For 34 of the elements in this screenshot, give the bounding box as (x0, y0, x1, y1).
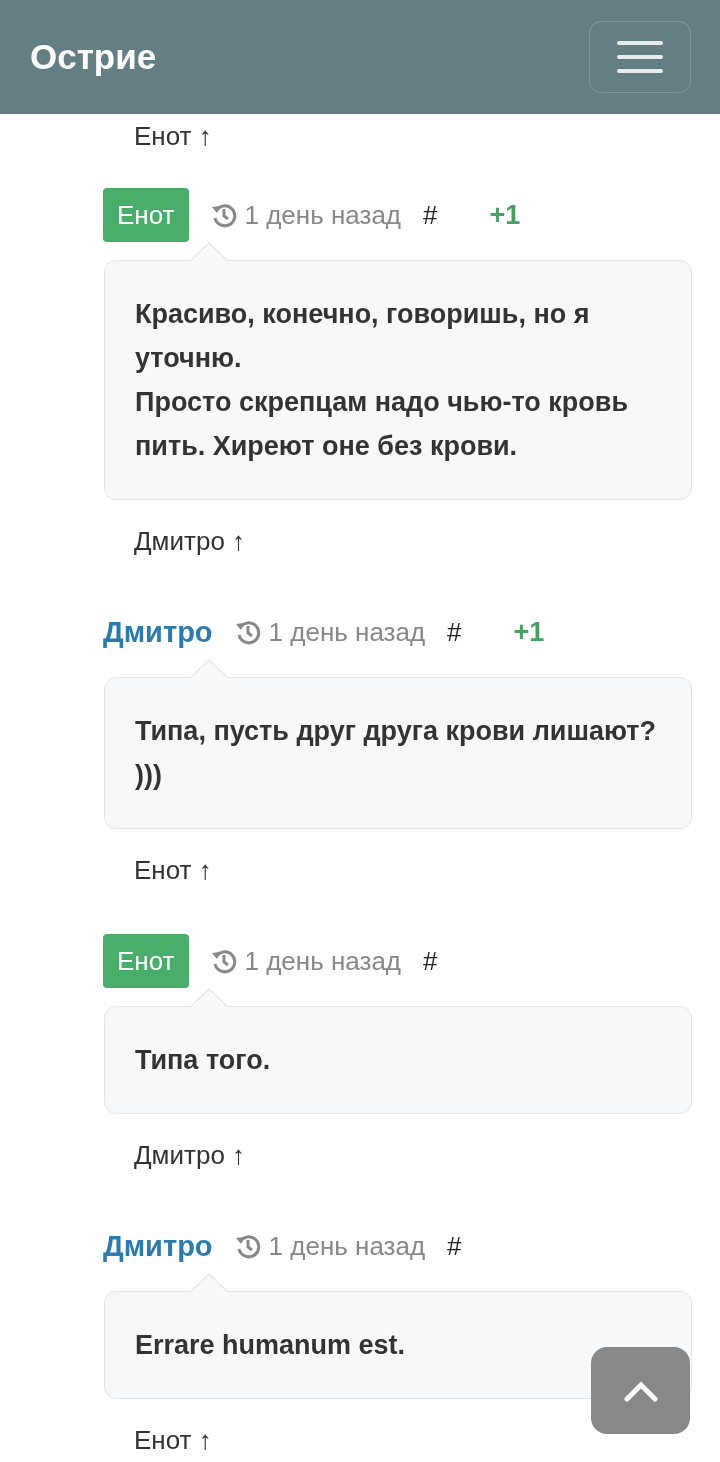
permalink[interactable]: # (423, 945, 438, 977)
bubble-pointer (190, 1273, 228, 1293)
comment-time: 1 день назад (244, 199, 402, 231)
reply-link[interactable]: Дмитро ↑ (134, 521, 246, 561)
history-icon (234, 1233, 261, 1259)
history-icon (210, 202, 237, 228)
comment-text: Errare humanum est. (104, 1291, 692, 1399)
history-icon (210, 948, 237, 974)
reply-link[interactable]: Енот ↑ (134, 1420, 212, 1460)
history-icon (234, 619, 261, 645)
permalink[interactable]: # (447, 1230, 462, 1262)
comment-score: +1 (489, 199, 521, 231)
chevron-up-icon (623, 1379, 658, 1402)
scroll-top-button[interactable] (591, 1347, 690, 1434)
menu-icon (617, 40, 663, 74)
comment-text: Типа, пусть друг друга крови лишают? ))) (104, 677, 692, 829)
comment-text: Типа того. (104, 1006, 692, 1114)
reply-link[interactable]: Енот ↑ (134, 850, 212, 890)
comment-score: +1 (513, 616, 545, 648)
bubble-pointer (190, 988, 228, 1008)
comment-time: 1 день назад (268, 616, 426, 648)
author-link[interactable]: Дмитро (103, 615, 213, 649)
comment-time: 1 день назад (268, 1230, 426, 1262)
reply-link[interactable]: Дмитро ↑ (134, 1135, 246, 1175)
bubble-pointer (190, 659, 228, 679)
comment-time: 1 день назад (244, 945, 402, 977)
bubble-pointer (190, 242, 228, 262)
permalink[interactable]: # (447, 616, 462, 648)
permalink[interactable]: # (423, 199, 438, 231)
reply-link[interactable]: Енот ↑ (134, 116, 212, 156)
site-title[interactable]: Острие (30, 37, 157, 77)
menu-button[interactable] (589, 21, 691, 93)
author-link[interactable]: Дмитро (103, 1229, 213, 1263)
comment-text: Красиво, конечно, говоришь, но я уточню. Просто скрепцам надо чью-то кровь пить. Хиреют оне без крови. (104, 260, 692, 500)
